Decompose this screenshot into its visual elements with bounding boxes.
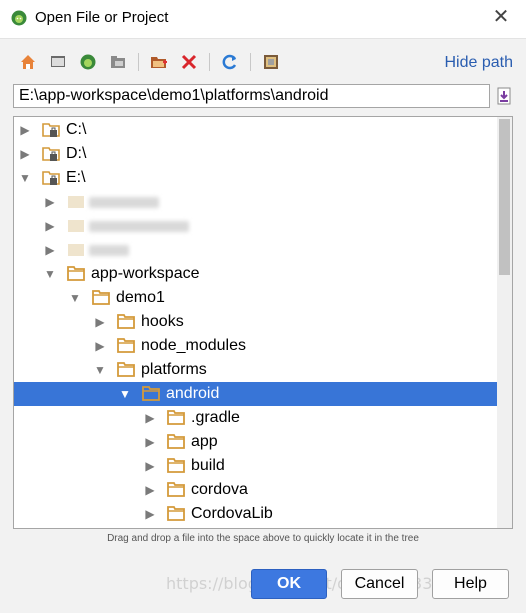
- folder-icon: [92, 290, 110, 305]
- tree-row-label: cordova: [191, 481, 248, 498]
- drag-drop-hint: Drag and drop a file into the space abov…: [107, 533, 419, 544]
- tree-row-label: app: [191, 433, 218, 450]
- tree-row[interactable]: ▼ demo1: [14, 286, 498, 310]
- path-input[interactable]: E:\app-workspace\demo1\platforms\android: [13, 84, 490, 108]
- project-icon[interactable]: [76, 50, 100, 74]
- file-tree[interactable]: ▶ CordovaLib ▶ cordova ▶ build ▶ app ▶ .gradle ▼ an…: [13, 116, 513, 529]
- collapsed-arrow-icon[interactable]: ▶: [143, 406, 157, 430]
- tree-row[interactable]: ▶: [14, 238, 498, 262]
- folder-icon: [117, 314, 135, 329]
- tree-row[interactable]: ▶ .gradle: [14, 406, 498, 430]
- tree-row-label: android: [166, 385, 220, 402]
- tree-row[interactable]: ▶ cordova: [14, 478, 498, 502]
- toolbar-separator: [250, 53, 251, 71]
- android-studio-icon: [11, 10, 27, 26]
- tree-row[interactable]: ▶ D:\: [14, 142, 498, 166]
- desktop-icon[interactable]: [46, 50, 70, 74]
- expanded-arrow-icon[interactable]: ▼: [93, 358, 107, 382]
- window-title: Open File or Project: [35, 9, 169, 26]
- tree-scrollbar-thumb[interactable]: [499, 119, 510, 275]
- folder-icon: [117, 362, 135, 377]
- redacted-folder-name: [89, 245, 129, 256]
- folder-icon: [167, 482, 185, 497]
- folder-icon: [67, 266, 85, 281]
- tree-row[interactable]: ▶: [14, 190, 498, 214]
- collapsed-arrow-icon[interactable]: ▶: [43, 190, 57, 214]
- folder-icon: [68, 196, 84, 208]
- tree-row-label: demo1: [116, 289, 165, 306]
- drive-icon: [42, 147, 60, 161]
- help-button[interactable]: Help: [432, 569, 509, 599]
- folder-icon: [68, 220, 84, 232]
- toolbar-separator: [138, 53, 139, 71]
- tree-row[interactable]: ▶ build: [14, 454, 498, 478]
- tree-row-label: build: [191, 457, 225, 474]
- tree-row-label: platforms: [141, 361, 207, 378]
- folder-icon: [167, 434, 185, 449]
- tree-row[interactable]: ▶ app: [14, 430, 498, 454]
- title-bar: Open File or Project ✕: [0, 0, 526, 39]
- path-history-icon[interactable]: [493, 85, 515, 107]
- folder-icon: [142, 386, 160, 401]
- tree-row[interactable]: ▶ hooks: [14, 310, 498, 334]
- collapsed-arrow-icon[interactable]: ▶: [18, 118, 32, 142]
- redacted-folder-name: [89, 197, 159, 208]
- collapsed-arrow-icon[interactable]: ▶: [143, 430, 157, 454]
- tree-row-label: D:\: [66, 145, 87, 162]
- tree-row[interactable]: ▶ C:\: [14, 118, 498, 142]
- collapsed-arrow-icon[interactable]: ▶: [143, 478, 157, 502]
- tree-row-label: C:\: [66, 121, 87, 138]
- close-icon[interactable]: ✕: [490, 6, 512, 28]
- folder-icon: [167, 458, 185, 473]
- tree-row[interactable]: ▼ platforms: [14, 358, 498, 382]
- tree-row[interactable]: ▶ CordovaLib: [14, 502, 498, 526]
- home-icon[interactable]: [16, 50, 40, 74]
- collapsed-arrow-icon[interactable]: ▶: [143, 454, 157, 478]
- expanded-arrow-icon[interactable]: ▼: [118, 382, 132, 406]
- collapsed-arrow-icon[interactable]: ▶: [43, 238, 57, 262]
- drive-icon: [42, 171, 60, 185]
- tree-row-label: hooks: [141, 313, 184, 330]
- tree-row-label: CordovaLib: [191, 505, 273, 522]
- collapsed-arrow-icon[interactable]: ▶: [18, 142, 32, 166]
- tree-row[interactable]: ▶: [14, 214, 498, 238]
- tree-row-label: node_modules: [141, 337, 246, 354]
- hide-path-link[interactable]: Hide path: [445, 54, 514, 72]
- tree-scrollbar[interactable]: [497, 117, 512, 528]
- folder-icon: [68, 244, 84, 256]
- tree-row-label: E:\: [66, 169, 86, 186]
- toolbar-separator: [209, 53, 210, 71]
- collapsed-arrow-icon[interactable]: ▶: [143, 502, 157, 526]
- expanded-arrow-icon[interactable]: ▼: [68, 286, 82, 310]
- module-icon[interactable]: [106, 50, 130, 74]
- tree-row[interactable]: ▼ E:\: [14, 166, 498, 190]
- expanded-arrow-icon[interactable]: ▼: [43, 262, 57, 286]
- collapsed-arrow-icon[interactable]: ▶: [93, 310, 107, 334]
- collapsed-arrow-icon[interactable]: ▶: [43, 214, 57, 238]
- folder-icon: [167, 506, 185, 521]
- delete-icon[interactable]: [177, 50, 201, 74]
- collapsed-arrow-icon[interactable]: ▶: [93, 334, 107, 358]
- drive-icon: [42, 123, 60, 137]
- folder-icon: [117, 338, 135, 353]
- expanded-arrow-icon[interactable]: ▼: [18, 166, 32, 190]
- dialog-body: Hide path E:\app-workspace\demo1\platfor…: [0, 39, 526, 613]
- folder-icon: [167, 410, 185, 425]
- cancel-button[interactable]: Cancel: [341, 569, 418, 599]
- new-folder-icon[interactable]: [147, 50, 171, 74]
- tree-row[interactable]: ▼ android: [14, 382, 498, 406]
- tree-row[interactable]: ▼ app-workspace: [14, 262, 498, 286]
- show-hidden-icon[interactable]: [259, 50, 283, 74]
- redacted-folder-name: [89, 221, 189, 232]
- tree-row[interactable]: ▶ node_modules: [14, 334, 498, 358]
- toolbar: [16, 49, 283, 75]
- tree-row-label: .gradle: [191, 409, 240, 426]
- ok-button[interactable]: OK: [251, 569, 327, 599]
- tree-row-label: app-workspace: [91, 265, 200, 282]
- refresh-icon[interactable]: [218, 50, 242, 74]
